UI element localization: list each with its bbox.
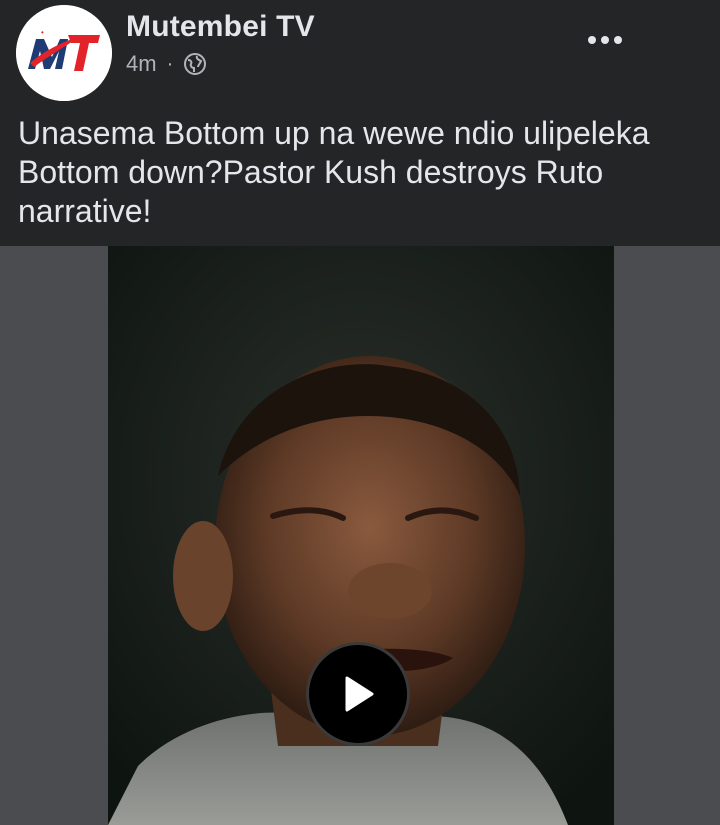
more-dots-icon: [588, 36, 596, 44]
more-dot: [601, 36, 609, 44]
feed-post: • Mutembei TV 4m · Unasema Bottom up na …: [0, 0, 720, 825]
page-avatar[interactable]: •: [16, 5, 112, 101]
svg-text:•: •: [41, 28, 44, 37]
more-options-button[interactable]: [570, 22, 640, 58]
page-name[interactable]: Mutembei TV: [126, 10, 315, 44]
more-dot: [614, 36, 622, 44]
meta-separator: ·: [166, 52, 174, 75]
play-icon: [345, 676, 374, 712]
post-meta: 4m ·: [126, 50, 207, 78]
play-button[interactable]: [306, 642, 410, 746]
post-timestamp[interactable]: 4m: [126, 51, 157, 77]
post-caption: Unasema Bottom up na wewe ndio ulipeleka…: [18, 115, 650, 229]
video-player[interactable]: [0, 246, 720, 825]
mutembei-logo-icon: •: [16, 5, 112, 101]
post-header: • Mutembei TV 4m ·: [0, 0, 720, 110]
globe-icon[interactable]: [183, 52, 207, 76]
